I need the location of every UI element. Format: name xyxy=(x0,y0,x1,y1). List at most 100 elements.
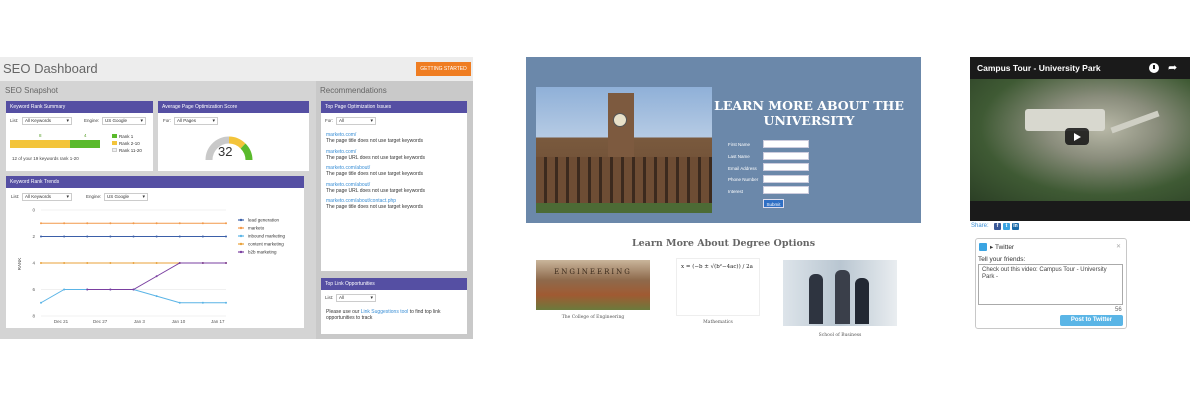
rank-bar-green xyxy=(70,140,100,148)
data-point xyxy=(86,222,89,225)
clock-icon[interactable] xyxy=(1149,63,1159,73)
data-point xyxy=(178,262,181,264)
data-point xyxy=(225,222,227,225)
submit-button[interactable]: Submit xyxy=(763,199,784,208)
engine-select[interactable]: US Google xyxy=(104,193,148,201)
list-select[interactable]: All xyxy=(336,294,376,302)
interest-field[interactable] xyxy=(763,186,809,194)
issue-text: The page URL does not use target keyword… xyxy=(326,188,426,194)
list-select[interactable]: All Keywords xyxy=(22,193,72,201)
x-tick-label: Jan 3 xyxy=(134,319,146,324)
campus-building xyxy=(1025,109,1105,131)
for-select[interactable]: All Pages xyxy=(174,117,218,125)
data-point xyxy=(132,222,135,225)
data-point xyxy=(201,235,204,238)
data-point xyxy=(132,262,135,264)
series-line xyxy=(40,289,226,304)
linkedin-icon[interactable]: in xyxy=(1012,223,1019,230)
email-label: Email Address xyxy=(728,166,757,171)
panel-title: Top Page Optimization Issues xyxy=(321,101,467,113)
legend-swatch xyxy=(239,242,243,246)
list-label: List: xyxy=(10,118,19,123)
twitter-icon[interactable]: t xyxy=(1003,223,1010,230)
engineering-caption: The College of Engineering xyxy=(561,315,625,320)
score-value: 32 xyxy=(218,144,233,159)
twitter-logo-icon xyxy=(979,243,987,251)
data-point xyxy=(225,301,227,304)
getting-started-button[interactable]: GETTING STARTED xyxy=(416,62,471,76)
top-page-issues-panel: Top Page Optimization Issues For: All ma… xyxy=(321,101,467,271)
issue-text: The page title does not use target keywo… xyxy=(326,171,424,177)
play-button[interactable] xyxy=(1065,128,1089,145)
legend-label: Rank 1 xyxy=(119,134,134,139)
list-select[interactable]: All Keywords xyxy=(22,117,72,125)
mathematics-image[interactable]: x = (−b ± √(b²−4ac)) / 2a xyxy=(676,258,760,316)
engineering-image-text: ENGINEERING xyxy=(554,268,632,276)
engine-select[interactable]: US Google xyxy=(102,117,146,125)
business-image[interactable] xyxy=(783,260,897,326)
y-tick-label: 6 xyxy=(32,287,35,292)
page-title: SEO Dashboard xyxy=(3,61,98,76)
data-point xyxy=(155,295,158,298)
data-point xyxy=(155,262,158,264)
legend-label: inbound marketing xyxy=(248,234,286,239)
legend-swatch xyxy=(112,134,117,138)
math-formula: x = (−b ± √(b²−4ac)) / 2a xyxy=(681,264,753,270)
engineering-image[interactable]: ENGINEERING xyxy=(536,260,650,310)
snapshot-title: SEO Snapshot xyxy=(5,86,58,95)
campus-road xyxy=(1110,110,1160,134)
list-label: List: xyxy=(325,295,334,300)
building-windows xyxy=(536,157,712,203)
last-name-label: Last Name xyxy=(728,154,750,159)
data-point xyxy=(132,235,135,238)
for-select[interactable]: All xyxy=(336,117,376,125)
twitter-title: ▸ Twitter xyxy=(990,244,1015,251)
legend-swatch xyxy=(239,250,243,254)
data-point xyxy=(40,235,42,238)
video-title[interactable]: Campus Tour - University Park xyxy=(977,63,1101,73)
share-arrow-icon[interactable]: ➦ xyxy=(1168,61,1177,74)
legend-swatch xyxy=(239,218,243,222)
data-point xyxy=(63,235,66,238)
post-to-twitter-button[interactable]: Post to Twitter xyxy=(1060,315,1123,326)
clock-hand xyxy=(1153,65,1155,69)
email-field[interactable] xyxy=(763,163,809,171)
y-tick-label: 4 xyxy=(32,261,35,266)
legend-label: content marketing xyxy=(248,242,284,247)
x-tick-label: Jan 17 xyxy=(211,319,225,324)
top-link-panel: Top Link Opportunities List: All Please … xyxy=(321,278,467,334)
business-person xyxy=(835,270,850,324)
data-point xyxy=(225,235,227,238)
business-caption: School of Business xyxy=(818,333,862,338)
data-point xyxy=(201,222,204,225)
mathematics-caption: Mathematics xyxy=(703,320,733,325)
first-name-field[interactable] xyxy=(763,140,809,148)
tweet-textarea[interactable]: Check out this video: Campus Tour - Univ… xyxy=(978,264,1123,305)
for-label: For: xyxy=(163,118,172,123)
data-point xyxy=(201,262,204,264)
issue-text: The page URL does not use target keyword… xyxy=(326,155,426,161)
engine-label: Engine: xyxy=(84,118,100,123)
y-tick-label: 0 xyxy=(32,208,35,213)
data-point xyxy=(63,262,66,264)
data-point xyxy=(155,235,158,238)
y-tick-label: 8 xyxy=(32,314,35,319)
engine-label: Engine: xyxy=(86,194,102,199)
panel-title: Top Link Opportunities xyxy=(321,278,467,290)
data-point xyxy=(63,222,66,225)
data-point xyxy=(109,262,112,264)
data-point xyxy=(155,275,158,278)
phone-field[interactable] xyxy=(763,175,809,183)
data-point xyxy=(86,262,89,264)
university-heading: LEARN MORE ABOUT THE UNIVERSITY xyxy=(714,98,904,128)
facebook-icon[interactable]: f xyxy=(994,223,1001,230)
data-point xyxy=(109,288,112,291)
y-axis-label: RANK xyxy=(17,258,22,271)
clock-face xyxy=(613,113,627,127)
close-icon[interactable]: ✕ xyxy=(1116,243,1121,250)
legend-swatch xyxy=(112,141,117,145)
rank-bar-yellow xyxy=(10,140,70,148)
phone-label: Phone Number xyxy=(728,177,759,182)
panel-title: Keyword Rank Trends xyxy=(6,176,304,188)
last-name-field[interactable] xyxy=(763,152,809,160)
